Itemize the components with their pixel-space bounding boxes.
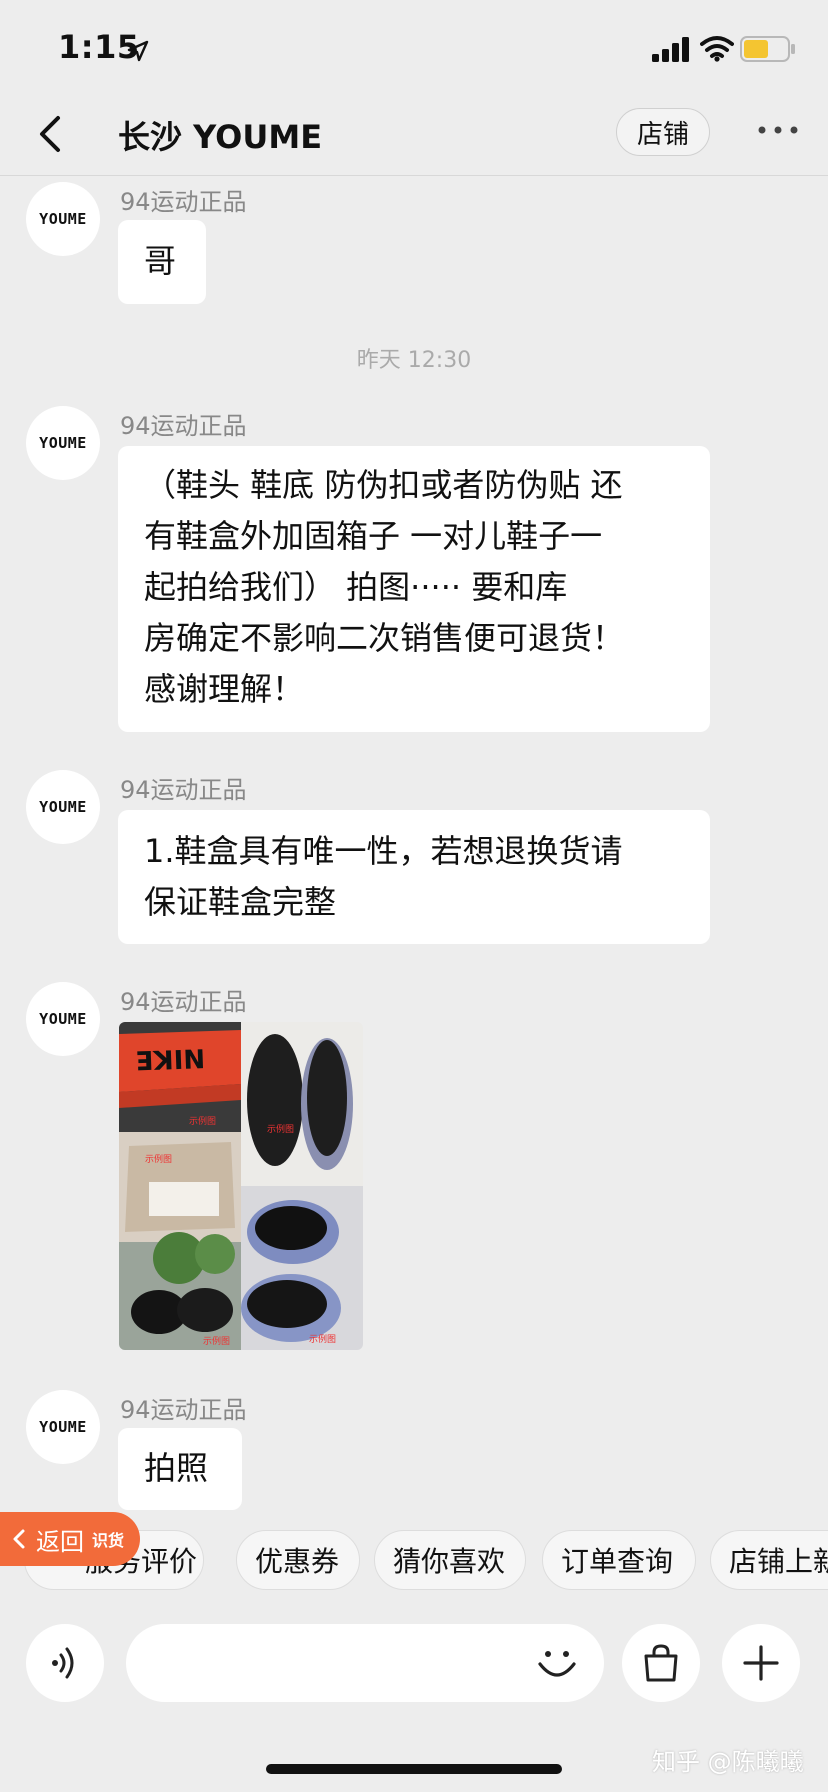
avatar[interactable]: YOUME	[26, 182, 100, 256]
home-indicator[interactable]	[266, 1764, 562, 1774]
timestamp: 昨天 12:30	[356, 348, 472, 373]
sample-label: 示例图	[267, 1123, 294, 1135]
message-bubble[interactable]: （鞋头 鞋底 防伪扣或者防伪贴 还 有鞋盒外加固箱子 一对儿鞋子一 起拍给我们）…	[118, 446, 710, 732]
quick-reply-new-arrivals[interactable]: 店铺上新	[710, 1530, 828, 1590]
voice-input-button[interactable]	[26, 1624, 104, 1702]
sender-name: 94运动正品	[120, 1396, 247, 1424]
quick-reply-label: 优惠券	[255, 1545, 340, 1578]
status-bar: 1:15	[0, 0, 828, 100]
message-text: 哥	[144, 242, 177, 280]
message-bubble[interactable]: 哥	[118, 220, 206, 304]
return-app-tag: 识货	[92, 1531, 125, 1550]
avatar[interactable]: YOUME	[26, 1390, 100, 1464]
photo-message[interactable]: NIKE 示例图 示例图 示例图 示例图 示例图	[119, 1022, 363, 1350]
more-icon[interactable]	[756, 122, 800, 138]
voice-icon	[52, 1647, 74, 1679]
message-line: 1.鞋盒具有唯一性，若想退换货请	[144, 832, 623, 870]
avatar[interactable]: YOUME	[26, 770, 100, 844]
watermark: 知乎 @陈曦曦	[652, 1748, 804, 1776]
sample-label: 示例图	[203, 1335, 230, 1347]
sender-name: 94运动正品	[120, 988, 247, 1016]
quick-reply-order-query[interactable]: 订单查询	[542, 1530, 696, 1590]
quick-reply-label: 猜你喜欢	[393, 1545, 506, 1578]
cellular-signal-icon	[652, 37, 689, 62]
quick-reply-label: 店铺上新	[729, 1545, 828, 1578]
quick-reply-recommend[interactable]: 猜你喜欢	[374, 1530, 526, 1590]
emoji-icon[interactable]	[534, 1640, 580, 1686]
location-arrow-icon	[127, 40, 149, 62]
sender-name: 94运动正品	[120, 776, 247, 804]
quick-reply-coupons[interactable]: 优惠券	[236, 1530, 360, 1590]
product-bag-button[interactable]	[622, 1624, 700, 1702]
wifi-icon	[700, 36, 734, 62]
message-line: 感谢理解！	[144, 670, 305, 708]
back-icon[interactable]	[36, 114, 64, 154]
message-line: （鞋头 鞋底 防伪扣或者防伪贴 还	[144, 466, 623, 504]
sample-label: 示例图	[145, 1153, 172, 1165]
return-label: 返回	[36, 1527, 84, 1556]
message-line: 房确定不影响二次销售便可退货！	[144, 619, 625, 657]
message-line: 保证鞋盒完整	[144, 883, 337, 921]
avatar[interactable]: YOUME	[26, 406, 100, 480]
shopping-bag-icon	[644, 1644, 678, 1682]
chat-header: 长沙 YOUME 店铺	[0, 100, 828, 176]
photo-brand-text: NIKE	[135, 1042, 205, 1074]
photo-collage: NIKE 示例图 示例图 示例图 示例图 示例图	[119, 1022, 363, 1350]
shop-button[interactable]: 店铺	[616, 108, 710, 156]
sample-label: 示例图	[189, 1115, 216, 1127]
sample-label: 示例图	[309, 1333, 336, 1345]
chevron-left-icon	[13, 1529, 25, 1549]
message-bubble[interactable]: 1.鞋盒具有唯一性，若想退换货请 保证鞋盒完整	[118, 810, 710, 944]
message-input[interactable]	[150, 1624, 510, 1702]
return-app-button[interactable]: 返回 识货	[0, 1512, 140, 1566]
chat-title: 长沙 YOUME	[118, 118, 323, 156]
sender-name: 94运动正品	[120, 188, 247, 216]
message-bubble[interactable]: 拍照	[118, 1428, 242, 1510]
message-line: 有鞋盒外加固箱子 一对儿鞋子一	[144, 517, 603, 555]
battery-icon	[740, 36, 795, 62]
avatar[interactable]: YOUME	[26, 982, 100, 1056]
message-line: 起拍给我们） 拍图····· 要和库	[144, 568, 568, 606]
sender-name: 94运动正品	[120, 412, 247, 440]
plus-icon	[743, 1645, 779, 1681]
more-actions-button[interactable]	[722, 1624, 800, 1702]
message-input-field[interactable]	[126, 1624, 604, 1702]
quick-reply-label: 订单查询	[561, 1545, 674, 1578]
message-text: 拍照	[144, 1449, 209, 1487]
